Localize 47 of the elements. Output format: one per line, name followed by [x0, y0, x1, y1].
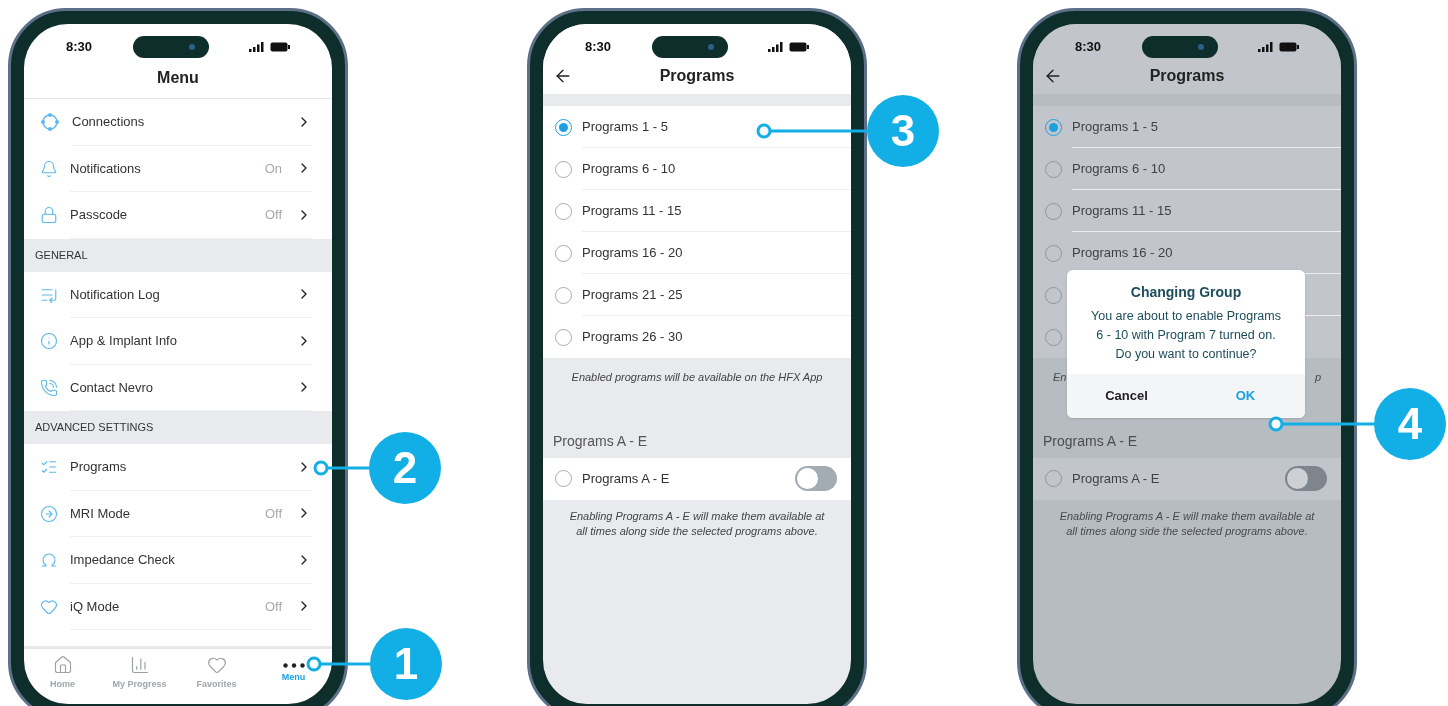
- info-note: En: [1053, 370, 1067, 385]
- dialog-title: Changing Group: [1129, 283, 1243, 302]
- menu-label: Passcode: [70, 206, 129, 224]
- callout-badge: 2: [369, 432, 441, 504]
- menu-value: Off: [264, 206, 282, 224]
- menu-label: iQ Mode: [70, 597, 121, 616]
- menu-label: Notification Log: [70, 285, 161, 304]
- menu-label: Impedance Check: [70, 551, 176, 569]
- section-header: Programs A - E: [1042, 431, 1139, 451]
- status-time: 8:30: [66, 38, 93, 57]
- callout-badge: 3: [867, 95, 939, 167]
- menu-value: Off: [264, 504, 282, 523]
- option-label: Programs 26 - 30: [582, 328, 683, 347]
- option-label: Programs 21 - 25: [582, 285, 683, 304]
- screen-title: Programs: [658, 66, 736, 86]
- menu-value: Off: [264, 597, 282, 616]
- menu-label: App & Implant Info: [70, 332, 178, 350]
- info-note: p: [1314, 370, 1321, 385]
- option-label: Programs 11 - 15: [1072, 201, 1172, 220]
- option-label: Programs 1 - 5: [582, 117, 668, 136]
- callout-badge: 4: [1374, 388, 1446, 460]
- menu-label: Programs: [70, 458, 128, 476]
- info-note: Enabled programs will be available on the HFX App: [570, 370, 824, 385]
- option-label: Programs 6 - 10: [1072, 159, 1166, 178]
- callout-badge: 1: [370, 628, 442, 700]
- screen-title: Menu: [24, 58, 332, 99]
- status-time: 8:30: [585, 38, 612, 57]
- option-label: Programs 1 - 5: [1072, 117, 1158, 136]
- menu-label: Connections: [72, 113, 146, 131]
- option-label: Programs A - E: [582, 469, 671, 488]
- dialog-message: You are about to enable Programs 6 - 10 with Program 7 turned on. Do you want to continue?: [1090, 308, 1282, 363]
- option-label: Programs 6 - 10: [582, 159, 676, 178]
- section-header: GENERAL: [24, 238, 332, 272]
- menu-label: MRI Mode: [70, 504, 131, 523]
- section-header: Programs A - E: [552, 431, 649, 451]
- section-header: ADVANCED SETTINGS: [24, 411, 332, 444]
- option-label: Programs 11 - 15: [582, 201, 682, 220]
- menu-label: Notifications: [70, 159, 142, 178]
- menu-value: On: [264, 159, 282, 178]
- screen-title: Programs: [1148, 66, 1226, 86]
- footnote: Enabling Programs A - E will make them available at all times along side the selected programs above.: [568, 508, 826, 539]
- option-label: Programs A - E: [1072, 469, 1161, 488]
- footnote: Enabling Programs A - E will make them available at all times along side the selected programs above.: [1058, 508, 1316, 539]
- option-label: Programs 16 - 20: [582, 243, 683, 262]
- status-time: 8:30: [1075, 38, 1102, 57]
- option-label: Programs 16 - 20: [1072, 243, 1173, 262]
- menu-label: Contact Nevro: [70, 378, 155, 397]
